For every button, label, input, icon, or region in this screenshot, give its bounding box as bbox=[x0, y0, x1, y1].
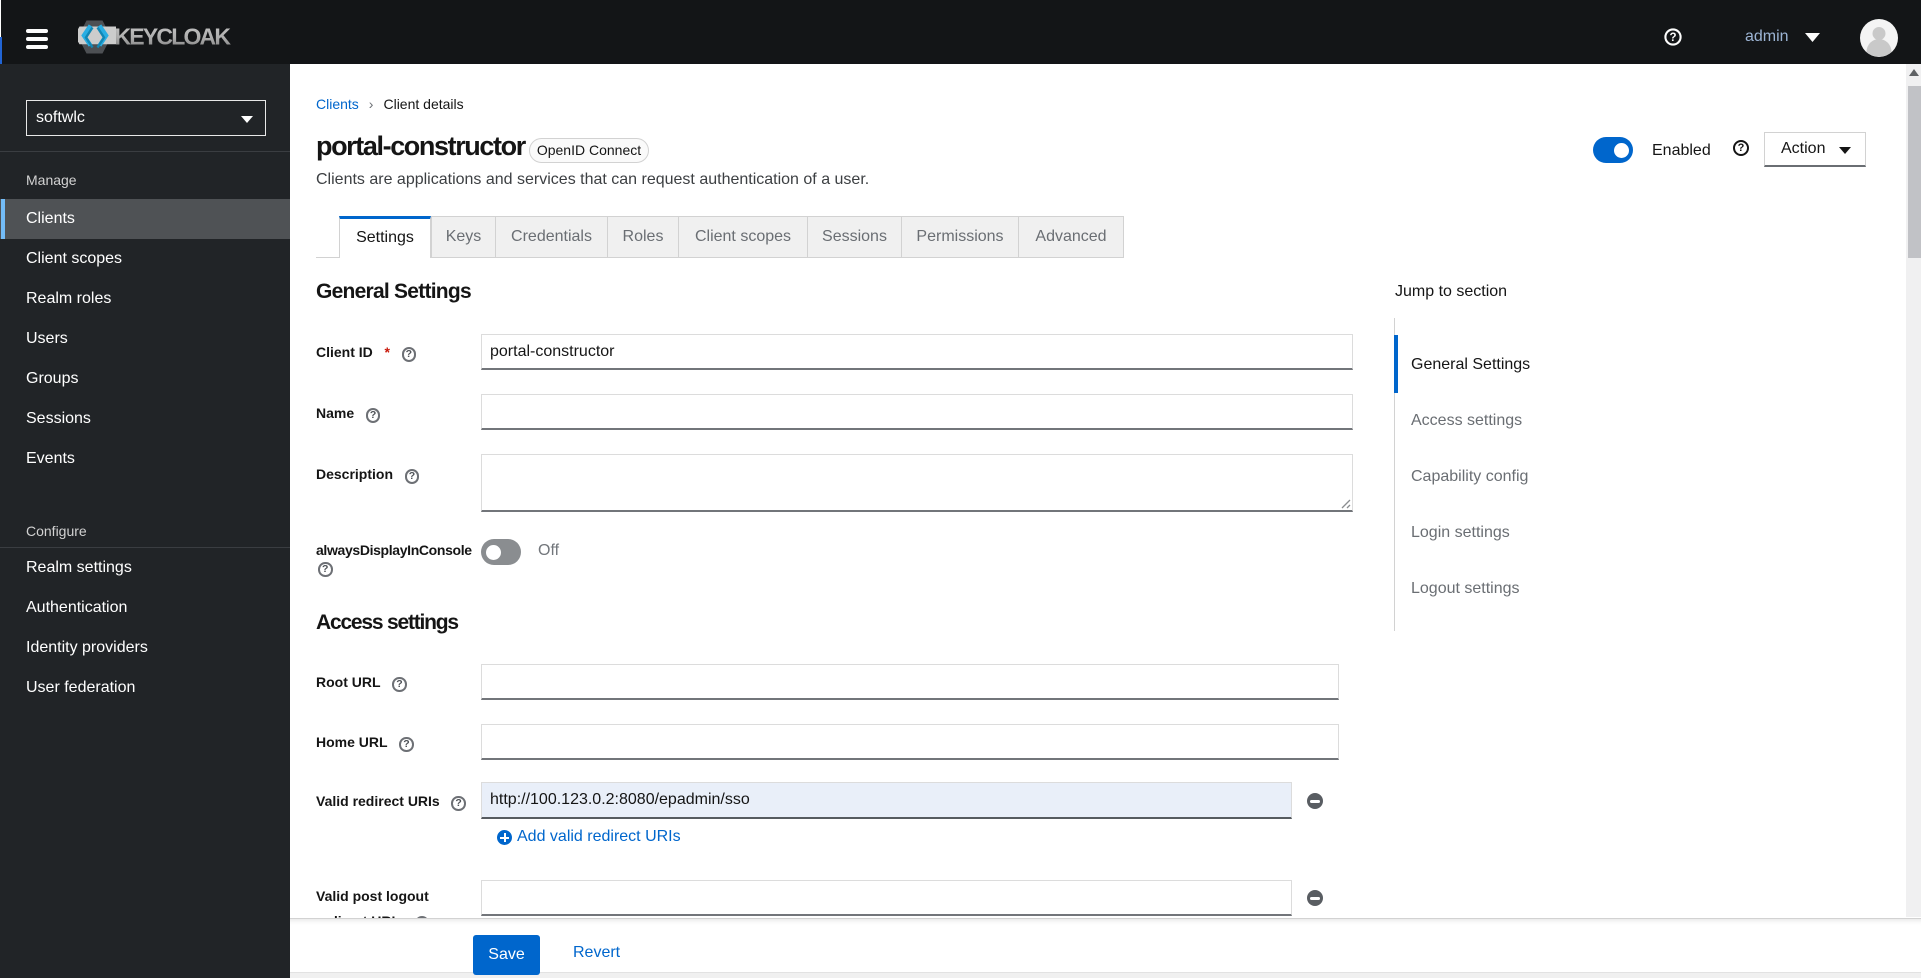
svg-text:KEYCLOAK: KEYCLOAK bbox=[115, 23, 232, 49]
svg-text:?: ? bbox=[1669, 32, 1676, 44]
